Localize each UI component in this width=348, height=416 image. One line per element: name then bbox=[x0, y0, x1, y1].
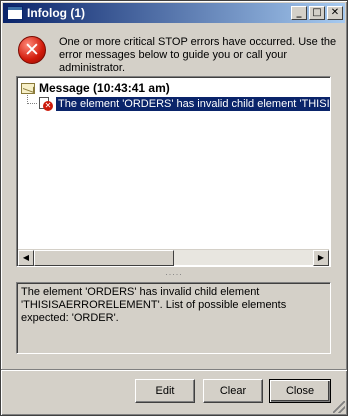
divider bbox=[1, 369, 347, 371]
scroll-left-button[interactable]: ◀ bbox=[18, 250, 34, 266]
edit-button[interactable]: Edit bbox=[135, 379, 195, 403]
title-bar[interactable]: Infolog (1) _ □ ✕ bbox=[3, 3, 345, 23]
splitter-grip[interactable]: ..... bbox=[164, 268, 184, 277]
scroll-thumb[interactable] bbox=[34, 250, 174, 266]
app-window-icon bbox=[7, 6, 23, 20]
error-document-icon: ✕ bbox=[39, 97, 53, 111]
error-detail-text: The element 'ORDERS' has invalid child e… bbox=[16, 282, 331, 354]
tree-connector bbox=[27, 103, 37, 104]
envelope-icon bbox=[21, 82, 35, 94]
window-title: Infolog (1) bbox=[27, 6, 85, 20]
close-button[interactable]: Close bbox=[269, 379, 331, 403]
error-intro-text: One or more critical STOP errors have oc… bbox=[59, 36, 337, 74]
minimize-button[interactable]: _ bbox=[291, 6, 307, 20]
tree-group-message[interactable]: Message (10:43:41 am) bbox=[21, 80, 170, 96]
infolog-window: Infolog (1) _ □ ✕ ✕ One or more critical… bbox=[0, 0, 348, 416]
message-tree[interactable]: Message (10:43:41 am) ✕ The element 'ORD… bbox=[16, 76, 331, 267]
horizontal-scrollbar[interactable]: ◀ ▶ bbox=[18, 249, 329, 266]
scroll-right-button[interactable]: ▶ bbox=[313, 250, 329, 266]
tree-item-error[interactable]: ✕ The element 'ORDERS' has invalid child… bbox=[39, 96, 330, 112]
tree-group-label: Message (10:43:41 am) bbox=[39, 81, 170, 95]
tree-item-label: The element 'ORDERS' has invalid child e… bbox=[56, 97, 330, 111]
close-window-button[interactable]: ✕ bbox=[327, 6, 343, 20]
maximize-button[interactable]: □ bbox=[309, 6, 325, 20]
error-stop-icon: ✕ bbox=[18, 36, 46, 64]
resize-grip[interactable] bbox=[333, 401, 345, 413]
clear-button[interactable]: Clear bbox=[203, 379, 263, 403]
